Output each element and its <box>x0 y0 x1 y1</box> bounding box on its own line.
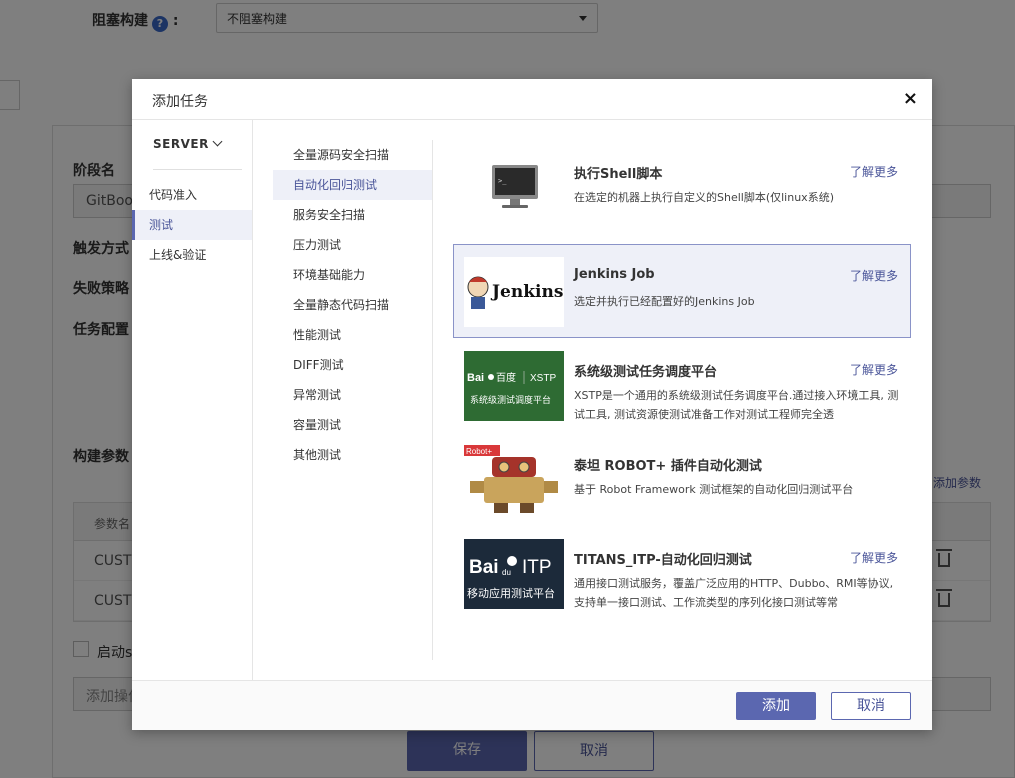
subcategory-item[interactable]: 其他测试 <box>273 440 432 470</box>
subcategory-item[interactable]: DIFF测试 <box>273 350 432 380</box>
baidu-itp-logo-icon: Bai du ITP 移动应用测试平台 <box>464 539 564 609</box>
svg-text:Bai: Bai <box>469 557 499 578</box>
terminal-icon: >_ <box>492 165 538 208</box>
subcategory-item[interactable]: 容量测试 <box>273 410 432 440</box>
svg-text:Bai: Bai <box>467 372 484 384</box>
task-desc: 基于 Robot Framework 测试框架的自动化回归测试平台 <box>574 483 854 496</box>
learn-more-link[interactable]: 了解更多 <box>850 361 898 378</box>
task-card-jenkins[interactable]: Jenkins Jenkins Job 选定并执行已经配置好的Jenkins J… <box>453 244 911 338</box>
learn-more-link[interactable]: 了解更多 <box>850 267 898 284</box>
task-list: >_ 执行Shell脚本 在选定的机器上执行自定义的Shell脚本(仅linux… <box>453 140 911 660</box>
chevron-down-icon <box>212 136 223 147</box>
svg-text:Robot+: Robot+ <box>466 447 492 456</box>
subcategory-item[interactable]: 压力测试 <box>273 230 432 260</box>
subcategory-item[interactable]: 全量源码安全扫描 <box>273 140 432 170</box>
subcategory-item[interactable]: 性能测试 <box>273 320 432 350</box>
task-title: 系统级测试任务调度平台 <box>574 365 718 380</box>
svg-text:百度: 百度 <box>496 371 516 384</box>
svg-text:Jenkins: Jenkins <box>490 282 563 302</box>
svg-text:>_: >_ <box>498 177 507 185</box>
modal-title: 添加任务 <box>152 94 208 110</box>
subcategory-item[interactable]: 环境基础能力 <box>273 260 432 290</box>
add-button[interactable]: 添加 <box>736 692 816 720</box>
modal-body: SERVER 代码准入 测试 上线&验证 全量源码安全扫描 自动化回归测试 服务… <box>132 120 932 680</box>
task-card-robot[interactable]: Robot+ 泰坦 ROBOT+ 插件自动化测试 基于 Robot Framew… <box>453 432 911 526</box>
task-card-xstp[interactable]: Bai 百度 XSTP 系统级测试调度平台 系统级测试任务调度平台 XSTP是一… <box>453 338 911 432</box>
task-desc: XSTP是一个通用的系统级测试任务调度平台.通过接入环境工具, 测试工具, 测试… <box>574 389 899 421</box>
task-desc: 选定并执行已经配置好的Jenkins Job <box>574 295 755 308</box>
subcategory-item[interactable]: 自动化回归测试 <box>273 170 432 200</box>
modal-header: 添加任务 × <box>132 79 932 120</box>
task-card-itp[interactable]: Bai du ITP 移动应用测试平台 TITANS_ITP-自动化回归测试 通… <box>453 526 911 620</box>
svg-text:系统级测试调度平台: 系统级测试调度平台 <box>470 394 551 405</box>
add-task-modal: 添加任务 × SERVER 代码准入 测试 上线&验证 全量源码安全扫描 自动化… <box>132 79 932 730</box>
close-icon[interactable]: × <box>903 89 918 109</box>
task-title: Jenkins Job <box>574 267 655 282</box>
svg-text:du: du <box>502 568 511 577</box>
svg-text:ITP: ITP <box>522 557 552 578</box>
learn-more-link[interactable]: 了解更多 <box>850 549 898 566</box>
task-title: TITANS_ITP-自动化回归测试 <box>574 553 752 568</box>
subcategory-column: 全量源码安全扫描 自动化回归测试 服务安全扫描 压力测试 环境基础能力 全量静态… <box>273 140 433 660</box>
server-dropdown[interactable]: SERVER <box>153 136 242 170</box>
task-card-shell[interactable]: >_ 执行Shell脚本 在选定的机器上执行自定义的Shell脚本(仅linux… <box>453 140 911 234</box>
svg-text:XSTP: XSTP <box>530 373 556 384</box>
category-item-deploy-verify[interactable]: 上线&验证 <box>132 240 252 270</box>
modal-footer: 添加 取消 <box>132 680 932 730</box>
cancel-button[interactable]: 取消 <box>831 692 911 720</box>
category-item-code-admission[interactable]: 代码准入 <box>132 180 252 210</box>
robot-icon: Robot+ <box>464 445 564 515</box>
svg-text:移动应用测试平台: 移动应用测试平台 <box>467 586 555 600</box>
task-desc: 通用接口测试服务，覆盖广泛应用的HTTP、Dubbo、RMI等协议, 支持单一接… <box>574 577 894 609</box>
task-desc: 在选定的机器上执行自定义的Shell脚本(仅linux系统) <box>574 191 834 204</box>
category-item-test[interactable]: 测试 <box>132 210 252 240</box>
jenkins-logo-icon: Jenkins <box>464 257 564 327</box>
subcategory-item[interactable]: 全量静态代码扫描 <box>273 290 432 320</box>
subcategory-item[interactable]: 异常测试 <box>273 380 432 410</box>
subcategory-item[interactable]: 服务安全扫描 <box>273 200 432 230</box>
learn-more-link[interactable]: 了解更多 <box>850 163 898 180</box>
task-title: 泰坦 ROBOT+ 插件自动化测试 <box>574 459 762 474</box>
category-column: SERVER 代码准入 测试 上线&验证 <box>132 120 253 680</box>
task-title: 执行Shell脚本 <box>574 167 663 182</box>
baidu-xstp-logo-icon: Bai 百度 XSTP 系统级测试调度平台 <box>464 351 564 421</box>
